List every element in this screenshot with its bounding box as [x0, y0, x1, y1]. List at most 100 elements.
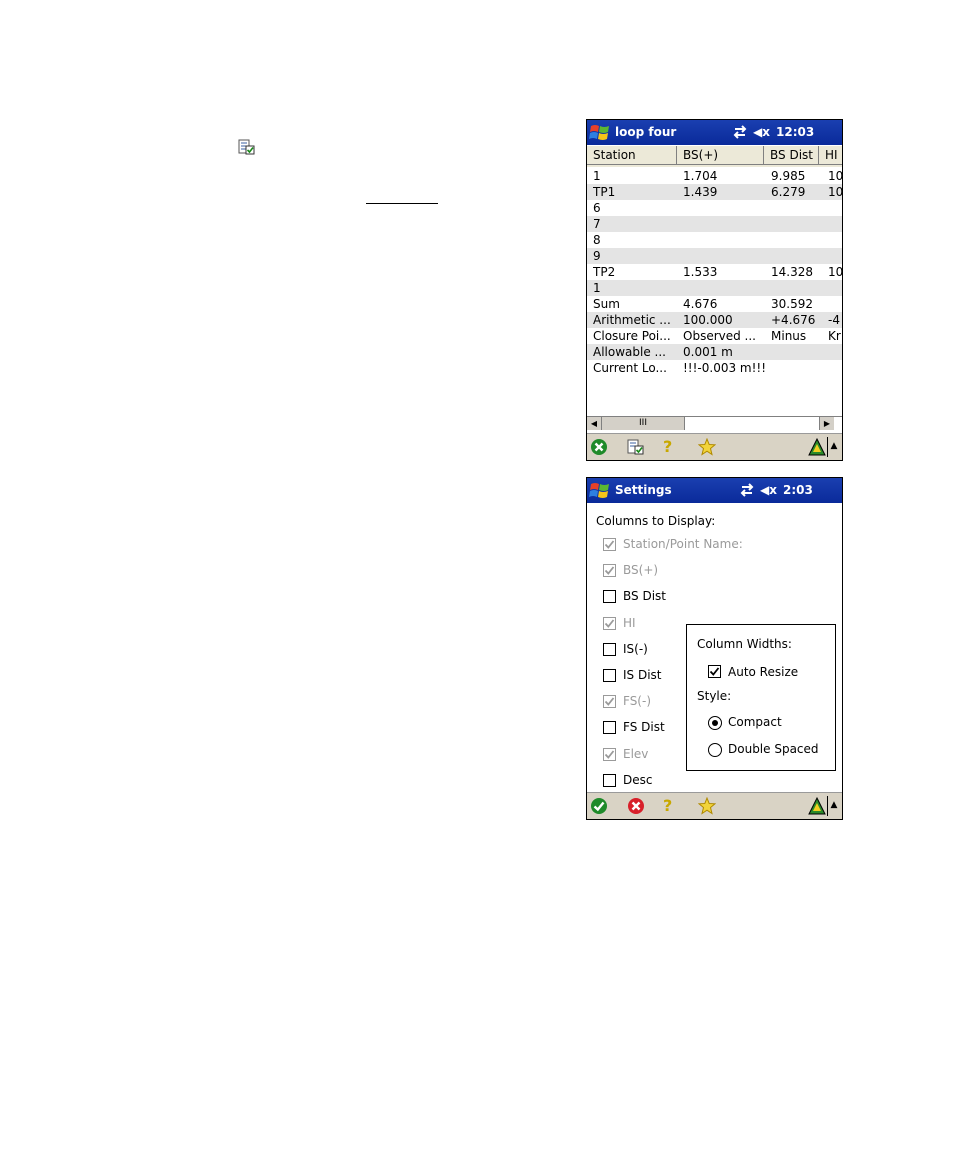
table-cell: 1.533	[683, 265, 718, 279]
compact-label[interactable]: Compact	[728, 715, 782, 729]
table-row[interactable]: TP1 1.439 6.279 10	[587, 184, 842, 200]
column-checkbox-label[interactable]: FS Dist	[623, 720, 665, 734]
table-cell: +4.676	[771, 313, 816, 327]
table-cell: 6.279	[771, 185, 806, 199]
table-cell: 8	[593, 233, 601, 247]
columns-to-display-label: Columns to Display:	[596, 514, 716, 528]
table-cell: Arithmetic ...	[593, 313, 671, 327]
col-header-bs[interactable]: BS(+)	[677, 146, 764, 165]
table-row[interactable]: Current Lo... !!!-0.003 m!!!	[587, 360, 842, 376]
column-checkbox[interactable]	[603, 669, 616, 682]
table-cell: 14.328	[771, 265, 813, 279]
table-cell: 10	[828, 265, 842, 279]
table-cell: 4.676	[683, 297, 718, 311]
column-checkbox-label[interactable]: IS(-)	[623, 642, 648, 656]
sip-arrow-icon[interactable]: ▲	[827, 796, 840, 816]
col-header-station[interactable]: Station	[587, 146, 677, 165]
windows-start-icon[interactable]	[589, 480, 611, 501]
compact-radio[interactable]	[708, 716, 722, 730]
window-title: loop four	[615, 125, 677, 139]
table-cell: 9	[593, 249, 601, 263]
column-checkbox-label: BS(+)	[623, 563, 659, 578]
table-row[interactable]: Arithmetic ... 100.000 +4.676 -4	[587, 312, 842, 328]
column-checkbox	[603, 564, 616, 578]
table-cell: !!!-0.003 m!!!	[683, 361, 767, 375]
connectivity-icon[interactable]	[732, 124, 748, 140]
table-row[interactable]: Sum 4.676 30.592	[587, 296, 842, 312]
table-cell: 9.985	[771, 169, 806, 183]
column-checkbox[interactable]	[603, 773, 616, 787]
sip-arrow-icon[interactable]: ▲	[827, 437, 840, 457]
cancel-icon[interactable]	[627, 797, 645, 815]
column-checkbox-label: FS(-)	[623, 694, 652, 709]
table-row[interactable]: 7	[587, 216, 842, 232]
table-cell: Sum	[593, 297, 620, 311]
app-logo-icon[interactable]	[808, 796, 826, 815]
ok-check-icon[interactable]	[590, 797, 608, 815]
table-cell: -4	[828, 313, 840, 327]
windows-start-icon[interactable]	[589, 122, 611, 143]
table-cell: 30.592	[771, 297, 813, 311]
auto-resize-checkbox[interactable]	[708, 665, 721, 678]
column-checkbox[interactable]	[603, 590, 616, 604]
column-checkbox	[603, 695, 616, 709]
column-checkbox-label: HI	[623, 615, 636, 630]
favorites-star-icon[interactable]	[697, 437, 717, 456]
table-cell: 100.000	[683, 313, 733, 327]
column-checkbox[interactable]	[603, 721, 616, 735]
auto-resize-label[interactable]: Auto Resize	[728, 665, 798, 679]
double-spaced-radio[interactable]	[708, 743, 722, 757]
table-cell: 1.439	[683, 185, 718, 199]
horizontal-scrollbar[interactable]: ◀ III ▶	[587, 416, 842, 431]
column-checkbox-label[interactable]: IS Dist	[623, 668, 662, 682]
close-icon[interactable]	[590, 438, 608, 456]
column-checkbox[interactable]	[603, 642, 616, 656]
column-checkbox-label[interactable]: Desc	[623, 773, 652, 787]
col-header-bsdist[interactable]: BS Dist	[764, 146, 819, 165]
settings-screen: Settings ◀x 2:03 Columns to Display: Sta…	[586, 477, 843, 820]
underline-mark	[366, 203, 438, 204]
column-checkbox-label[interactable]: BS Dist	[623, 589, 666, 603]
table-row[interactable]: Allowable ... 0.001 m	[587, 344, 842, 360]
grid-settings-icon[interactable]	[627, 438, 645, 456]
table-row[interactable]: 1 1.704 9.985 10	[587, 168, 842, 184]
speaker-muted-icon[interactable]: ◀x	[753, 125, 770, 139]
app-logo-icon[interactable]	[808, 437, 826, 456]
table-cell: 10	[828, 185, 842, 199]
table-cell: 10	[828, 169, 842, 183]
column-checkbox-label: Elev	[623, 746, 649, 761]
scroll-thumb[interactable]: III	[602, 417, 685, 430]
table-row[interactable]: Closure Poi... Observed ... Minus Kr	[587, 328, 842, 344]
speaker-muted-icon[interactable]: ◀x	[760, 483, 777, 497]
titlebar: loop four ◀x 12:03	[587, 120, 842, 145]
clock[interactable]: 2:03	[783, 483, 813, 497]
table-row[interactable]: TP2 1.533 14.328 10	[587, 264, 842, 280]
style-label: Style:	[697, 689, 732, 703]
options-groupbox: Column Widths: Auto Resize Style: Compac…	[686, 624, 836, 771]
column-checkbox-label: Station/Point Name:	[623, 537, 743, 551]
table-cell: TP1	[593, 185, 616, 199]
table-cell: Minus	[771, 329, 807, 343]
help-icon[interactable]: ?	[663, 797, 681, 815]
help-icon[interactable]: ?	[663, 438, 681, 456]
command-bar: ? ▲	[587, 792, 842, 819]
table-row[interactable]: 9	[587, 248, 842, 264]
table-cell: Allowable ...	[593, 345, 666, 359]
table-cell: 6	[593, 201, 601, 215]
grid-settings-icon	[238, 139, 256, 155]
column-widths-label: Column Widths:	[697, 637, 792, 651]
table-row[interactable]: 6	[587, 200, 842, 216]
table-cell: TP2	[593, 265, 616, 279]
scroll-left-arrow-icon[interactable]: ◀	[587, 417, 602, 430]
clock[interactable]: 12:03	[776, 125, 814, 139]
connectivity-icon[interactable]	[739, 482, 755, 498]
col-header-hi[interactable]: HI	[819, 146, 842, 165]
table-cell: 1.704	[683, 169, 718, 183]
table-cell: 1	[593, 169, 601, 183]
scroll-right-arrow-icon[interactable]: ▶	[819, 417, 834, 430]
table-row[interactable]: 1	[587, 280, 842, 296]
table-row[interactable]: 8	[587, 232, 842, 248]
table-cell: Observed ...	[683, 329, 756, 343]
double-spaced-label[interactable]: Double Spaced	[728, 742, 819, 756]
favorites-star-icon[interactable]	[697, 796, 717, 815]
